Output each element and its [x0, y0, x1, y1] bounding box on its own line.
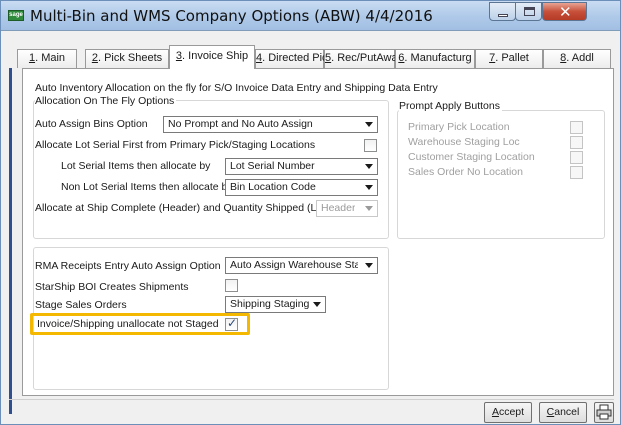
- tab-directed-pick[interactable]: 4. Directed Pick: [255, 49, 333, 68]
- section-heading: Auto Inventory Allocation on the fly for…: [35, 82, 438, 94]
- tab-strip: 1. Main 2. Pick Sheets 3. Invoice Ship 4…: [9, 45, 614, 69]
- invoice-unallocate-label: Invoice/Shipping unallocate not Staged: [37, 318, 219, 330]
- allocate-at-ship-complete-select[interactable]: Header: [316, 200, 378, 217]
- footer-divider: [9, 399, 614, 400]
- allocate-lot-serial-first-checkbox[interactable]: [364, 139, 377, 152]
- auto-assign-bins-select[interactable]: No Prompt and No Auto Assign: [163, 116, 378, 133]
- chevron-down-icon: [365, 122, 373, 127]
- non-lot-serial-allocate-by-select[interactable]: Bin Location Code: [225, 179, 378, 196]
- stage-sales-orders-label: Stage Sales Orders: [35, 299, 127, 311]
- warehouse-staging-loc-label: Warehouse Staging Loc: [408, 136, 520, 148]
- tab-pallet[interactable]: 7. Pallet: [475, 49, 543, 68]
- chevron-down-icon: [365, 164, 373, 169]
- maximize-button[interactable]: [515, 2, 542, 21]
- printer-icon: [596, 404, 612, 420]
- auto-assign-bins-label: Auto Assign Bins Option: [35, 118, 148, 130]
- allocation-options-title: Allocation On The Fly Options: [35, 95, 177, 107]
- title-bar[interactable]: sage Multi-Bin and WMS Company Options (…: [1, 1, 620, 31]
- prompt-apply-title: Prompt Apply Buttons: [399, 100, 502, 112]
- rma-option-select[interactable]: Auto Assign Warehouse Staging: [225, 257, 378, 274]
- tab-pick-sheets[interactable]: 2. Pick Sheets: [85, 49, 169, 68]
- tab-main[interactable]: 1. Main: [17, 49, 77, 68]
- chevron-down-icon: [365, 263, 373, 268]
- print-button[interactable]: [594, 402, 614, 423]
- minimize-button[interactable]: [489, 2, 516, 21]
- tab-addl[interactable]: 8. Addl: [543, 49, 611, 68]
- allocate-at-ship-complete-label: Allocate at Ship Complete (Header) and Q…: [35, 202, 340, 214]
- left-accent-bar: [9, 68, 12, 414]
- starship-boi-label: StarShip BOI Creates Shipments: [35, 281, 189, 293]
- allocate-lot-serial-first-label: Allocate Lot Serial First from Primary P…: [35, 139, 316, 151]
- invoice-unallocate-checkbox[interactable]: ✓: [225, 316, 238, 331]
- lot-serial-allocate-by-select[interactable]: Lot Serial Number: [225, 158, 378, 175]
- sage-logo-icon: sage: [8, 10, 24, 21]
- rma-option-label: RMA Receipts Entry Auto Assign Option: [35, 260, 221, 272]
- primary-pick-location-checkbox[interactable]: [570, 121, 583, 134]
- chevron-down-icon: [313, 302, 321, 307]
- minimize-icon: [498, 14, 508, 17]
- chevron-down-icon: [365, 206, 373, 211]
- customer-staging-location-checkbox[interactable]: [570, 151, 583, 164]
- tab-manufacturg[interactable]: 6. Manufacturg: [395, 49, 475, 68]
- customer-staging-location-label: Customer Staging Location: [408, 151, 535, 163]
- close-icon: ✕: [559, 3, 572, 21]
- window-title: Multi-Bin and WMS Company Options (ABW) …: [30, 7, 433, 25]
- chevron-down-icon: [365, 185, 373, 190]
- sales-order-no-location-label: Sales Order No Location: [408, 166, 523, 178]
- starship-boi-checkbox[interactable]: [225, 279, 238, 292]
- tab-invoice-ship[interactable]: 3. Invoice Ship: [169, 45, 255, 69]
- options-window: sage Multi-Bin and WMS Company Options (…: [0, 0, 621, 425]
- sales-order-no-location-checkbox[interactable]: [570, 166, 583, 179]
- cancel-button[interactable]: Cancel: [539, 402, 587, 423]
- accept-button[interactable]: Accept: [484, 402, 532, 423]
- stage-sales-orders-select[interactable]: Shipping Staging: [225, 296, 326, 313]
- maximize-icon: [524, 7, 535, 16]
- warehouse-staging-loc-checkbox[interactable]: [570, 136, 583, 149]
- checkmark-icon: ✓: [227, 316, 238, 330]
- primary-pick-location-label: Primary Pick Location: [408, 121, 510, 133]
- non-lot-serial-allocate-by-label: Non Lot Serial Items then allocate by: [61, 181, 233, 193]
- lot-serial-allocate-by-label: Lot Serial Items then allocate by: [61, 160, 211, 172]
- close-button[interactable]: ✕: [542, 2, 587, 21]
- invoice-ship-panel: Auto Inventory Allocation on the fly for…: [22, 68, 614, 396]
- tab-rec-putaway[interactable]: 5. Rec/PutAway: [324, 49, 403, 68]
